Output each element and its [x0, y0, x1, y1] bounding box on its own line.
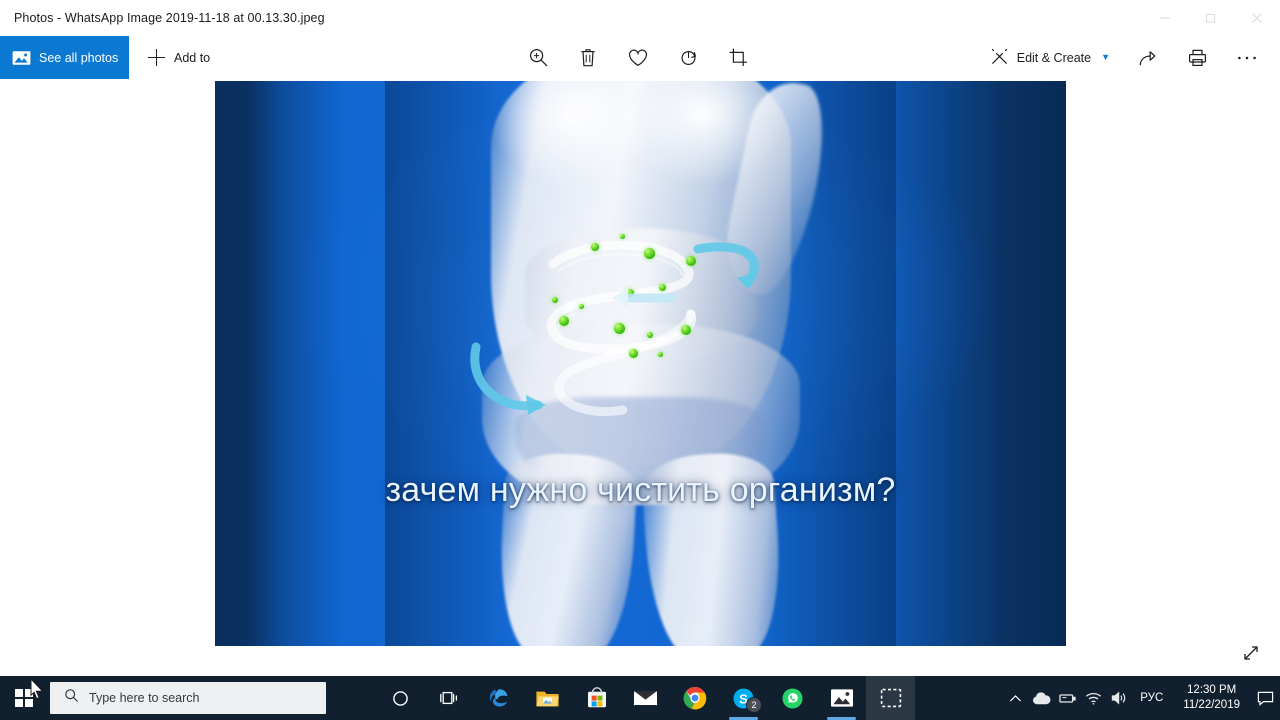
- crop-button[interactable]: [713, 36, 763, 79]
- speaker-icon[interactable]: [1106, 676, 1132, 720]
- taskbar-item-edge[interactable]: [474, 676, 523, 720]
- favorite-button[interactable]: [613, 36, 663, 79]
- taskbar-item-whatsapp[interactable]: [768, 676, 817, 720]
- photos-app-window: Photos - WhatsApp Image 2019-11-18 at 00…: [0, 0, 1280, 720]
- zoom-in-button[interactable]: [513, 36, 563, 79]
- command-bar: See all photos Add to Edit & Create ▼: [0, 36, 1280, 79]
- taskbar-apps: S 2: [376, 676, 915, 720]
- chevron-up-icon[interactable]: [1002, 676, 1028, 720]
- minimize-button[interactable]: [1142, 0, 1188, 36]
- flow-arrow-icon: [692, 239, 772, 299]
- taskbar: Type here to search S 2 РУС 12:30 PM 11/…: [0, 676, 1280, 720]
- photo-caption-text: зачем нужно чистить организм?: [385, 470, 896, 509]
- photo-viewport: зачем нужно чистить организм?: [0, 79, 1280, 676]
- add-to-button[interactable]: Add to: [129, 36, 224, 79]
- skype-unread-badge: 2: [746, 697, 762, 713]
- window-title: Photos - WhatsApp Image 2019-11-18 at 00…: [14, 11, 325, 25]
- edit-and-create-button[interactable]: Edit & Create ▼: [978, 36, 1122, 79]
- notification-icon[interactable]: [1250, 676, 1280, 720]
- chevron-down-icon: ▼: [1101, 52, 1110, 62]
- edit-create-icon: [990, 47, 1009, 69]
- image-tools-group: [513, 36, 763, 79]
- delete-button[interactable]: [563, 36, 613, 79]
- taskbar-item-photos[interactable]: [817, 676, 866, 720]
- flow-arrow-icon: [598, 284, 676, 314]
- cloud-icon[interactable]: [1028, 676, 1054, 720]
- language-indicator[interactable]: РУС: [1132, 692, 1173, 704]
- close-button[interactable]: [1234, 0, 1280, 36]
- taskbar-item-chrome[interactable]: [670, 676, 719, 720]
- taskbar-item-mail[interactable]: [621, 676, 670, 720]
- plus-icon: [148, 49, 165, 66]
- particle: [558, 316, 569, 327]
- photo-library-icon: [12, 50, 31, 66]
- particle: [551, 296, 558, 303]
- title-bar: Photos - WhatsApp Image 2019-11-18 at 00…: [0, 0, 1280, 36]
- particle: [579, 303, 585, 309]
- expand-icon[interactable]: [1234, 636, 1268, 670]
- taskbar-item-cortana[interactable]: [376, 676, 425, 720]
- edit-create-label: Edit & Create: [1016, 50, 1092, 65]
- clock-date: 11/22/2019: [1183, 699, 1240, 711]
- system-tray: РУС 12:30 PM 11/22/2019: [1002, 676, 1280, 720]
- rotate-button[interactable]: [663, 36, 713, 79]
- search-placeholder: Type here to search: [89, 691, 200, 705]
- clock[interactable]: 12:30 PM 11/22/2019: [1173, 683, 1250, 713]
- search-icon: [64, 688, 79, 708]
- add-to-label: Add to: [174, 50, 211, 65]
- taskbar-item-file-explorer[interactable]: [523, 676, 572, 720]
- clock-time: 12:30 PM: [1187, 684, 1237, 696]
- print-button[interactable]: [1172, 36, 1222, 79]
- see-all-photos-label: See all photos: [39, 50, 119, 65]
- see-all-photos-button[interactable]: See all photos: [0, 36, 129, 79]
- secondary-tools-group: Edit & Create ▼: [978, 36, 1272, 79]
- device-icon[interactable]: [1054, 676, 1080, 720]
- see-more-button[interactable]: [1222, 36, 1272, 79]
- taskbar-item-microsoft-store[interactable]: [572, 676, 621, 720]
- particle: [614, 322, 626, 334]
- taskbar-item-taskview[interactable]: [425, 676, 474, 720]
- particle: [591, 242, 600, 251]
- window-controls: [1142, 0, 1280, 36]
- windows-logo-icon: [15, 689, 33, 707]
- particle: [628, 348, 638, 358]
- taskbar-item-snip-and-sketch[interactable]: [866, 676, 915, 720]
- wifi-icon[interactable]: [1080, 676, 1106, 720]
- taskbar-item-skype[interactable]: S 2: [719, 676, 768, 720]
- search-input[interactable]: Type here to search: [50, 682, 326, 714]
- particle: [657, 352, 663, 358]
- share-button[interactable]: [1122, 36, 1172, 79]
- restore-button[interactable]: [1188, 0, 1234, 36]
- displayed-photo[interactable]: зачем нужно чистить организм?: [215, 81, 1066, 646]
- flow-arrow-icon: [470, 341, 562, 423]
- start-button[interactable]: [0, 676, 48, 720]
